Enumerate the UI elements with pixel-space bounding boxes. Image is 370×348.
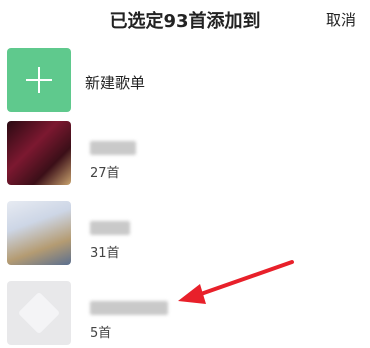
red-arrow-annotation [178,260,294,304]
arrow-shaft [196,260,294,297]
arrow-head-icon [178,284,206,304]
